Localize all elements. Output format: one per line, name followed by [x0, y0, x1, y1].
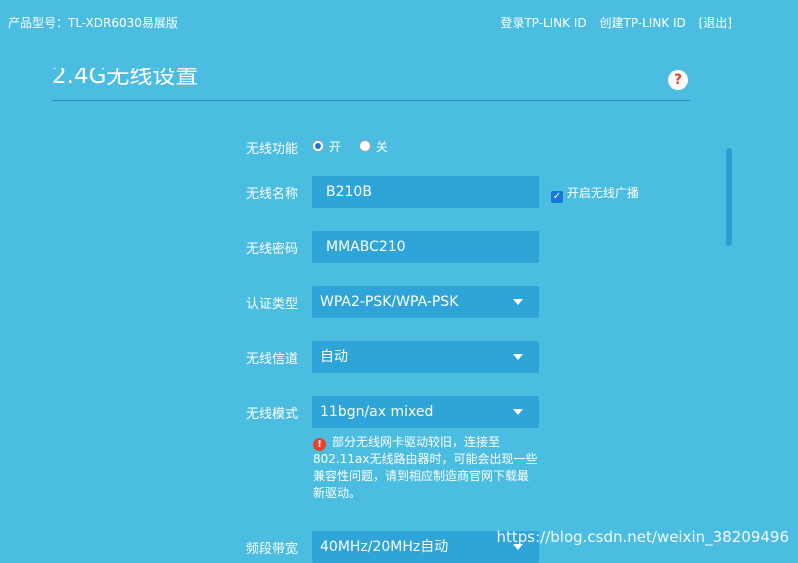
wireless-function-radios: 开 关	[312, 138, 402, 155]
wireless-on-label[interactable]: 开	[329, 140, 341, 154]
scrollbar[interactable]	[726, 148, 732, 246]
product-model: 产品型号：TL-XDR6030易展版	[8, 16, 178, 30]
password-label: 无线密码	[245, 242, 298, 257]
channel-value: 自动	[320, 349, 348, 365]
broadcast-checkbox[interactable]: ✓	[551, 191, 563, 203]
ssid-input[interactable]: B210B	[312, 176, 539, 208]
auth-type-value: WPA2-PSK/WPA-PSK	[320, 294, 459, 310]
login-link[interactable]: 登录TP-LINK ID	[500, 16, 586, 30]
chevron-down-icon	[513, 354, 523, 360]
wireless-on-radio[interactable]	[312, 140, 324, 152]
mode-select[interactable]: 11bgn/ax mixed	[312, 396, 539, 428]
section-divider	[52, 100, 690, 101]
help-icon[interactable]: ?	[668, 70, 688, 90]
broadcast-label[interactable]: 开启无线广播	[567, 186, 639, 200]
auth-type-select[interactable]: WPA2-PSK/WPA-PSK	[312, 286, 539, 318]
account-links: 登录TP-LINK ID 创建TP-LINK ID [退出]	[491, 14, 732, 31]
ssid-value: B210B	[326, 184, 372, 200]
password-input[interactable]: MMABC210	[312, 231, 539, 263]
create-account-link[interactable]: 创建TP-LINK ID	[599, 16, 685, 30]
compatibility-warning: ! 部分无线网卡驱动较旧，连接至802.11ax无线路由器时，可能会出现一些兼容性…	[313, 434, 538, 502]
watermark: https://blog.csdn.net/weixin_38209496	[496, 528, 789, 546]
password-value: MMABC210	[326, 239, 406, 255]
mode-label: 无线模式	[245, 407, 298, 422]
channel-label: 无线信道	[245, 352, 298, 367]
channel-select[interactable]: 自动	[312, 341, 539, 373]
broadcast-option[interactable]: ✓ 开启无线广播	[551, 184, 639, 203]
auth-type-label: 认证类型	[245, 297, 298, 312]
chevron-down-icon	[513, 409, 523, 415]
mode-value: 11bgn/ax mixed	[320, 404, 434, 420]
section-title: 2.4G无线设置	[52, 63, 199, 89]
chevron-down-icon	[513, 299, 523, 305]
bandwidth-value: 40MHz/20MHz自动	[320, 539, 449, 555]
top-bar: 产品型号：TL-XDR6030易展版 登录TP-LINK ID 创建TP-LIN…	[0, 0, 798, 44]
warning-text: 部分无线网卡驱动较旧，连接至802.11ax无线路由器时，可能会出现一些兼容性问…	[313, 435, 538, 500]
bandwidth-label: 频段带宽	[245, 542, 298, 557]
wireless-off-label[interactable]: 关	[376, 140, 388, 154]
warning-icon: !	[313, 438, 326, 451]
wireless-function-label: 无线功能	[245, 142, 298, 157]
wireless-off-radio[interactable]	[358, 140, 371, 152]
logout-link[interactable]: [退出]	[699, 16, 732, 30]
ssid-label: 无线名称	[245, 187, 298, 202]
